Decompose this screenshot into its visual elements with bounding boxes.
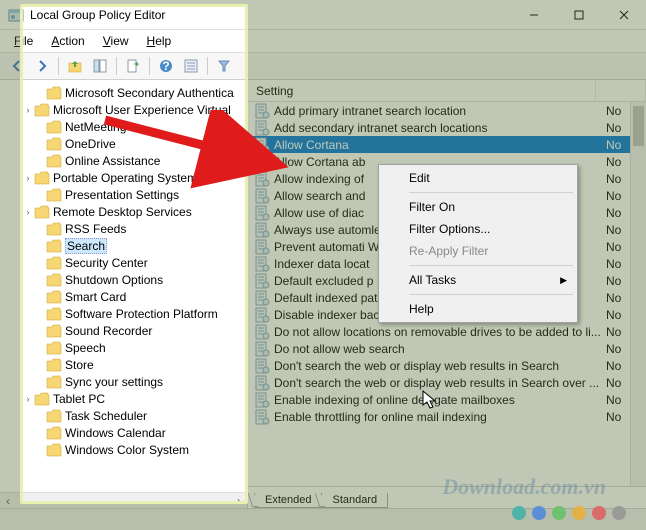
color-dot	[572, 506, 586, 520]
tree-item-sound-recorder[interactable]: Sound Recorder	[4, 322, 247, 339]
minimize-button[interactable]	[511, 1, 556, 29]
tree-item-remote-desktop-services[interactable]: ›Remote Desktop Services	[4, 203, 247, 220]
tree-item-software-protection-platform[interactable]: Software Protection Platform	[4, 305, 247, 322]
tree-item-portable-operating-system[interactable]: ›Portable Operating System	[4, 169, 247, 186]
tree-item-tablet-pc[interactable]: ›Tablet PC	[4, 390, 247, 407]
window-title: Local Group Policy Editor	[30, 8, 511, 22]
context-filter-options-[interactable]: Filter Options...	[381, 218, 575, 240]
color-dots	[512, 506, 626, 520]
list-row[interactable]: Don't search the web or display web resu…	[248, 374, 646, 391]
tree-item-rss-feeds[interactable]: RSS Feeds	[4, 220, 247, 237]
tab-extended[interactable]: Extended	[254, 493, 322, 508]
color-dot	[512, 506, 526, 520]
toolbar: ?	[0, 52, 646, 80]
close-button[interactable]	[601, 1, 646, 29]
svg-text:?: ?	[162, 59, 169, 73]
forward-button[interactable]	[31, 55, 53, 77]
list-row[interactable]: Do not allow locations on removable driv…	[248, 323, 646, 340]
list-row[interactable]: Don't search the web or display web resu…	[248, 357, 646, 374]
context-menu: Edit Filter OnFilter Options...Re-Apply F…	[378, 164, 578, 323]
list-row[interactable]: Add secondary intranet search locationsN…	[248, 119, 646, 136]
menu-help[interactable]: Help	[139, 32, 180, 50]
color-dot	[612, 506, 626, 520]
tree-item-smart-card[interactable]: Smart Card	[4, 288, 247, 305]
tree-item-shutdown-options[interactable]: Shutdown Options	[4, 271, 247, 288]
menu-view[interactable]: View	[95, 32, 137, 50]
column-setting[interactable]: Setting	[248, 80, 596, 101]
list-row[interactable]: Allow CortanaNo	[248, 136, 646, 153]
color-dot	[552, 506, 566, 520]
tree-item-windows-calendar[interactable]: Windows Calendar	[4, 424, 247, 441]
tree-item-onedrive[interactable]: OneDrive	[4, 135, 247, 152]
menu-bar: File Action View Help	[0, 30, 646, 52]
tree-item-task-scheduler[interactable]: Task Scheduler	[4, 407, 247, 424]
context-filter-on[interactable]: Filter On	[381, 196, 575, 218]
title-bar: Local Group Policy Editor	[0, 0, 646, 30]
tree-item-online-assistance[interactable]: Online Assistance	[4, 152, 247, 169]
tab-standard[interactable]: Standard	[321, 493, 388, 508]
tree-pane: Microsoft Secondary Authentica›Microsoft…	[0, 80, 248, 508]
list-row[interactable]: Do not allow web searchNo	[248, 340, 646, 357]
tree-item-speech[interactable]: Speech	[4, 339, 247, 356]
menu-action[interactable]: Action	[43, 32, 92, 50]
tree-item-sync-your-settings[interactable]: Sync your settings	[4, 373, 247, 390]
help-button[interactable]: ?	[155, 55, 177, 77]
context-all-tasks[interactable]: All Tasks▶	[381, 269, 575, 291]
show-hide-tree-button[interactable]	[89, 55, 111, 77]
tree-item-windows-color-system[interactable]: Windows Color System	[4, 441, 247, 458]
tree-h-scrollbar[interactable]: ‹›	[0, 492, 247, 508]
context-re-apply-filter: Re-Apply Filter	[381, 240, 575, 262]
color-dot	[592, 506, 606, 520]
tree-item-search[interactable]: Search	[4, 237, 247, 254]
column-state[interactable]	[596, 80, 646, 101]
back-button[interactable]	[6, 55, 28, 77]
list-row[interactable]: Add primary intranet search locationNo	[248, 102, 646, 119]
tree-item-microsoft-user-experience-virtual[interactable]: ›Microsoft User Experience Virtual	[4, 101, 247, 118]
list-row[interactable]: Enable indexing of online delegate mailb…	[248, 391, 646, 408]
tab-strip: Extended Standard	[248, 486, 646, 508]
menu-file[interactable]: File	[6, 32, 41, 50]
tree-item-store[interactable]: Store	[4, 356, 247, 373]
list-v-scrollbar[interactable]	[630, 102, 646, 486]
properties-button[interactable]	[180, 55, 202, 77]
context-edit[interactable]: Edit	[381, 167, 575, 189]
tree-item-presentation-settings[interactable]: Presentation Settings	[4, 186, 247, 203]
context-help[interactable]: Help	[381, 298, 575, 320]
color-dot	[532, 506, 546, 520]
filter-button[interactable]	[213, 55, 235, 77]
app-icon	[8, 7, 24, 23]
maximize-button[interactable]	[556, 1, 601, 29]
tree-item-netmeeting[interactable]: NetMeeting	[4, 118, 247, 135]
list-header: Setting	[248, 80, 646, 102]
export-button[interactable]	[122, 55, 144, 77]
tree-item-microsoft-secondary-authentica[interactable]: Microsoft Secondary Authentica	[4, 84, 247, 101]
tree-item-security-center[interactable]: Security Center	[4, 254, 247, 271]
up-button[interactable]	[64, 55, 86, 77]
list-row[interactable]: Enable throttling for online mail indexi…	[248, 408, 646, 425]
